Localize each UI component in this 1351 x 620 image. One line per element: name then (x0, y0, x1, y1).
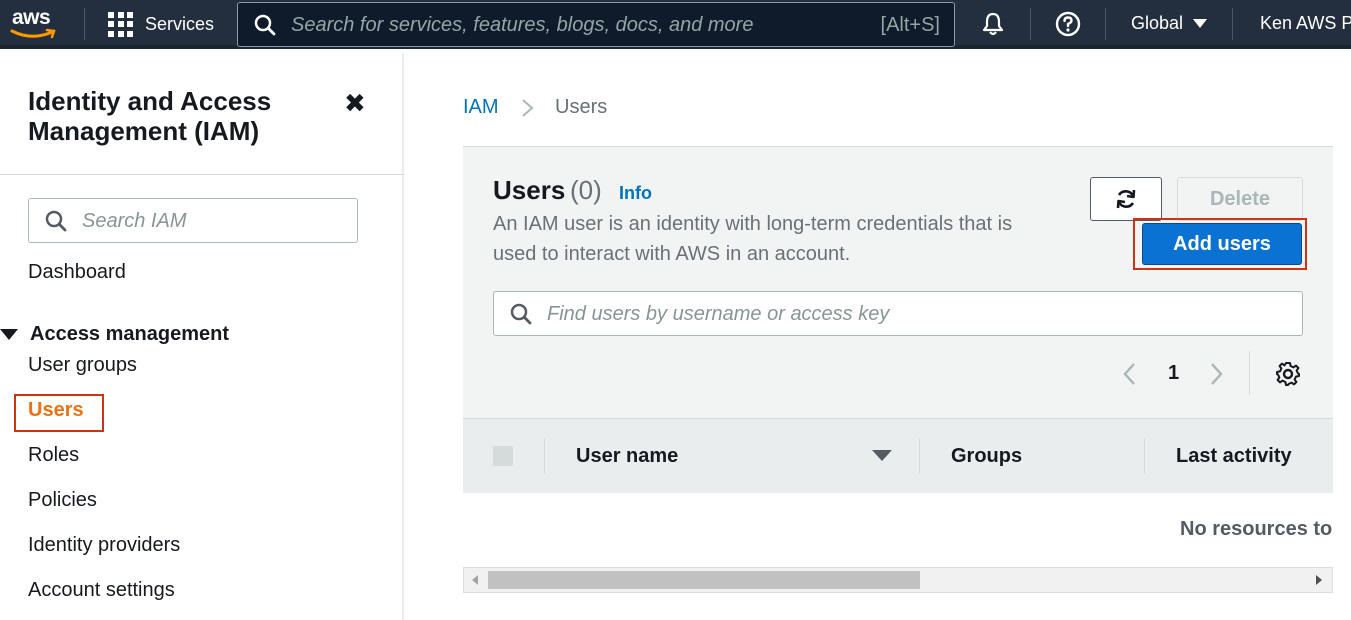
sidebar-item-user-groups[interactable]: User groups (28, 354, 137, 377)
global-search-input[interactable]: Search for services, features, blogs, do… (237, 2, 955, 47)
refresh-icon (1116, 189, 1136, 209)
sidebar-search-placeholder: Search IAM (82, 210, 187, 232)
sidebar-title: Identity and Access Management (IAM) (28, 86, 272, 146)
column-divider (919, 438, 920, 474)
sidebar-search-input[interactable]: Search IAM (28, 198, 358, 243)
close-icon[interactable]: ✖ (344, 88, 366, 119)
account-label: Ken AWS Pr (1260, 13, 1351, 33)
account-menu[interactable]: Ken AWS Pr (1260, 13, 1351, 34)
aws-logo[interactable]: aws (10, 6, 60, 40)
pagination-divider (1249, 351, 1250, 395)
sort-descending-icon[interactable] (872, 450, 892, 461)
breadcrumb-current: Users (555, 96, 608, 118)
page-description: An IAM user is an identity with long-ter… (493, 213, 1013, 265)
sidebar-item-policies[interactable]: Policies (28, 489, 97, 512)
sidebar-divider (0, 174, 404, 175)
gear-icon[interactable] (1275, 361, 1301, 387)
grid-icon (108, 11, 133, 37)
services-label: Services (145, 13, 215, 34)
sidebar-item-roles[interactable]: Roles (28, 444, 79, 467)
search-icon (510, 303, 532, 325)
users-count: (0) (570, 175, 602, 205)
global-search-placeholder: Search for services, features, blogs, do… (291, 14, 754, 36)
aws-smile-icon (10, 28, 56, 39)
scroll-left-arrow-icon[interactable] (472, 575, 478, 585)
search-icon (254, 14, 276, 36)
page-title: Users (493, 175, 566, 205)
chevron-right-icon[interactable] (1209, 361, 1225, 387)
scroll-right-arrow-icon[interactable] (1316, 575, 1322, 585)
users-search-input[interactable]: Find users by username or access key (493, 291, 1303, 336)
nav-divider (1030, 8, 1031, 40)
chevron-left-icon[interactable] (1121, 361, 1137, 387)
horizontal-scrollbar[interactable] (463, 567, 1333, 593)
empty-table-message: No resources to (1180, 518, 1333, 540)
services-menu-button[interactable]: Services (108, 11, 215, 37)
delete-button[interactable]: Delete (1177, 177, 1303, 221)
help-icon[interactable] (1055, 11, 1081, 37)
search-shortcut-hint: [Alt+S] (880, 14, 940, 36)
bell-icon[interactable] (980, 11, 1006, 37)
sidebar-item-users[interactable]: Users (28, 399, 84, 422)
sidebar-item-dashboard[interactable]: Dashboard (28, 261, 126, 284)
top-navigation-bar: aws Services Search for services, featur… (0, 0, 1351, 49)
column-header-user-name[interactable]: User name (576, 445, 678, 468)
aws-logo-text: aws (12, 6, 51, 29)
column-divider (1144, 438, 1145, 474)
nav-divider (84, 8, 85, 40)
sidebar: Identity and Access Management (IAM) ✖ S… (0, 53, 404, 620)
region-selector[interactable]: Global (1131, 13, 1208, 34)
chevron-right-icon (522, 99, 534, 117)
nav-divider (1232, 8, 1233, 40)
column-header-groups[interactable]: Groups (951, 445, 1022, 468)
sidebar-section-access-management[interactable]: Access management (0, 323, 229, 346)
info-link[interactable]: Info (619, 183, 652, 204)
sidebar-section-label: Access management (30, 323, 229, 345)
refresh-button[interactable] (1090, 177, 1162, 221)
column-header-last-activity[interactable]: Last activity (1176, 445, 1292, 468)
sidebar-item-account-settings[interactable]: Account settings (28, 579, 175, 602)
page-number[interactable]: 1 (1168, 362, 1179, 385)
users-search-placeholder: Find users by username or access key (547, 303, 890, 325)
breadcrumb-iam-link[interactable]: IAM (463, 96, 499, 119)
caret-down-icon (0, 329, 18, 340)
column-divider (544, 438, 545, 474)
users-table-container: Users (0) Info An IAM user is an identit… (463, 146, 1333, 493)
select-all-checkbox[interactable] (493, 446, 513, 466)
sidebar-item-identity-providers[interactable]: Identity providers (28, 534, 180, 557)
add-users-button[interactable]: Add users (1142, 223, 1302, 265)
scrollbar-thumb[interactable] (488, 571, 920, 589)
search-icon (45, 210, 67, 232)
caret-down-icon (1193, 19, 1208, 28)
region-label: Global (1131, 13, 1184, 33)
table-header: User name Groups Last activity (463, 418, 1333, 493)
nav-divider (1105, 8, 1106, 40)
